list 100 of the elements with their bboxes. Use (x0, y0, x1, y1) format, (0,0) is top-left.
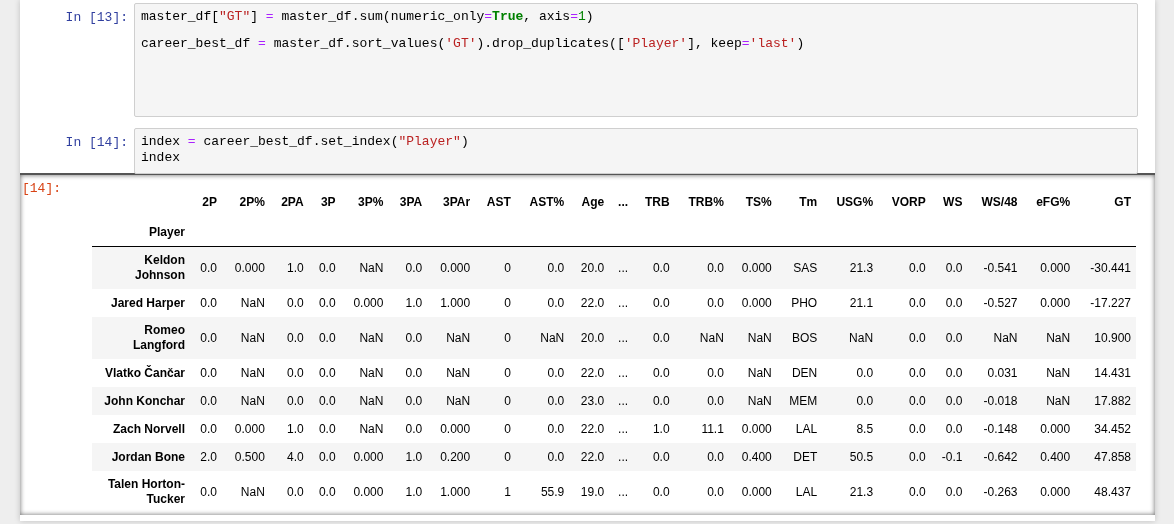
table-cell: -0.018 (967, 387, 1023, 415)
table-cell: 0.0 (674, 443, 729, 471)
table-cell: 22.0 (569, 359, 610, 387)
table-cell: 1 (475, 471, 516, 513)
table-cell: SAS (776, 246, 823, 289)
table-cell: 1.0 (269, 415, 309, 443)
table-cell: 0.0 (190, 246, 222, 289)
table-cell: 0 (475, 387, 516, 415)
column-header: eFG% (1035, 194, 1072, 211)
table-cell: MEM (776, 387, 823, 415)
table-cell: 20.0 (569, 317, 610, 359)
table-cell: 17.882 (1075, 387, 1136, 415)
table-cell: 0.0 (878, 289, 931, 317)
table-cell: NaN (1022, 359, 1076, 387)
column-header: TRB% (687, 194, 725, 211)
table-cell: 0.0 (269, 289, 309, 317)
code-editor[interactable]: index = career_best_df.set_index("Player") index (134, 128, 1138, 174)
table-cell: ... (609, 471, 634, 513)
table-cell: 0.0 (388, 246, 428, 289)
table-cell: 0.0 (633, 387, 675, 415)
table-cell: BOS (776, 317, 823, 359)
table-cell: 19.0 (569, 471, 610, 513)
row-header: Jordan Bone (92, 443, 190, 471)
table-cell: 0 (475, 289, 516, 317)
table-cell: 0.0 (878, 471, 931, 513)
table-cell: 1.0 (388, 443, 428, 471)
table-cell: 0.0 (388, 387, 428, 415)
table-cell: 11.1 (674, 415, 729, 443)
table-cell: NaN (1022, 387, 1076, 415)
table-cell: 0.0 (633, 317, 675, 359)
table-cell: 8.5 (822, 415, 879, 443)
table-cell: 0.000 (221, 415, 270, 443)
table-cell: NaN (728, 317, 777, 359)
column-header: ... (617, 194, 630, 211)
table-cell: 0.0 (674, 289, 729, 317)
table-cell: LAL (776, 415, 823, 443)
table-cell: NaN (340, 246, 389, 289)
table-cell: 0.0 (633, 246, 675, 289)
column-header: 3P (319, 194, 337, 211)
table-cell: 1.0 (269, 246, 309, 289)
table-cell: 22.0 (569, 289, 610, 317)
table-cell: NaN (221, 317, 270, 359)
table-cell: 0.0 (515, 246, 570, 289)
table-cell: ... (609, 359, 634, 387)
table-cell: 0.0 (878, 415, 931, 443)
table-cell: -0.148 (967, 415, 1023, 443)
table-cell: 0 (475, 443, 516, 471)
code-line: master_df["GT"] = master_df.sum(numeric_only=True, axis=1) (141, 9, 594, 25)
index-header: Player (92, 221, 190, 247)
table-cell: 0.0 (190, 387, 222, 415)
code-editor[interactable]: master_df["GT"] = master_df.sum(numeric_only=True, axis=1) career_best_df = master_df.sort_values('GT').drop_duplicates(['Player'], keep='last') (134, 3, 1138, 117)
table-cell: 0.0 (633, 289, 675, 317)
table-cell: 0.0 (308, 471, 341, 513)
row-header: John Konchar (92, 387, 190, 415)
table-cell: 0.0 (515, 359, 570, 387)
table-cell: -0.1 (930, 443, 968, 471)
table-cell: 0.0 (822, 387, 879, 415)
table-cell: 0.0 (674, 471, 729, 513)
table-cell: 0.0 (190, 289, 222, 317)
table-cell: 0.400 (1022, 443, 1076, 471)
column-header: 2PA (280, 194, 305, 211)
table-cell: 22.0 (569, 443, 610, 471)
row-header: Romeo Langford (92, 317, 190, 359)
table-cell: 48.437 (1075, 471, 1136, 513)
column-header: WS/48 (980, 194, 1019, 211)
table-cell: 0.0 (515, 387, 570, 415)
table-cell: PHO (776, 289, 823, 317)
table-cell: NaN (221, 289, 270, 317)
table-cell: 1.0 (388, 289, 428, 317)
row-header: Jared Harper (92, 289, 190, 317)
table-cell: 0.0 (930, 471, 968, 513)
table-cell: ... (609, 317, 634, 359)
table-cell: 1.0 (633, 415, 675, 443)
table-cell: 0.400 (728, 443, 777, 471)
table-cell: NaN (427, 387, 476, 415)
table-cell: -17.227 (1075, 289, 1136, 317)
table-cell: -0.527 (967, 289, 1023, 317)
table-cell: 0.0 (674, 246, 729, 289)
table-cell: 21.3 (822, 471, 879, 513)
column-header: Age (580, 194, 606, 211)
column-header: VORP (890, 194, 927, 211)
input-prompt: In [13]: (64, 9, 129, 25)
table-cell: 0.0 (633, 443, 675, 471)
table-cell: LAL (776, 471, 823, 513)
table-cell: NaN (340, 317, 389, 359)
table-cell: 0.0 (633, 359, 675, 387)
table-cell: 14.431 (1075, 359, 1136, 387)
table-cell: ... (609, 289, 634, 317)
table-cell: 0 (475, 317, 516, 359)
code-line: career_best_df = master_df.sort_values('GT').drop_duplicates(['Player'], keep='last') (141, 36, 805, 52)
table-cell: DET (776, 443, 823, 471)
table-cell: NaN (515, 317, 570, 359)
column-header: 3PAr (442, 194, 472, 211)
table-cell: 0.000 (427, 415, 476, 443)
table-cell: 0.000 (340, 289, 389, 317)
table-cell: NaN (427, 317, 476, 359)
table-cell: 0.0 (633, 471, 675, 513)
table-cell: NaN (340, 387, 389, 415)
table-cell: 0.000 (728, 289, 777, 317)
table-cell: 0.0 (674, 359, 729, 387)
